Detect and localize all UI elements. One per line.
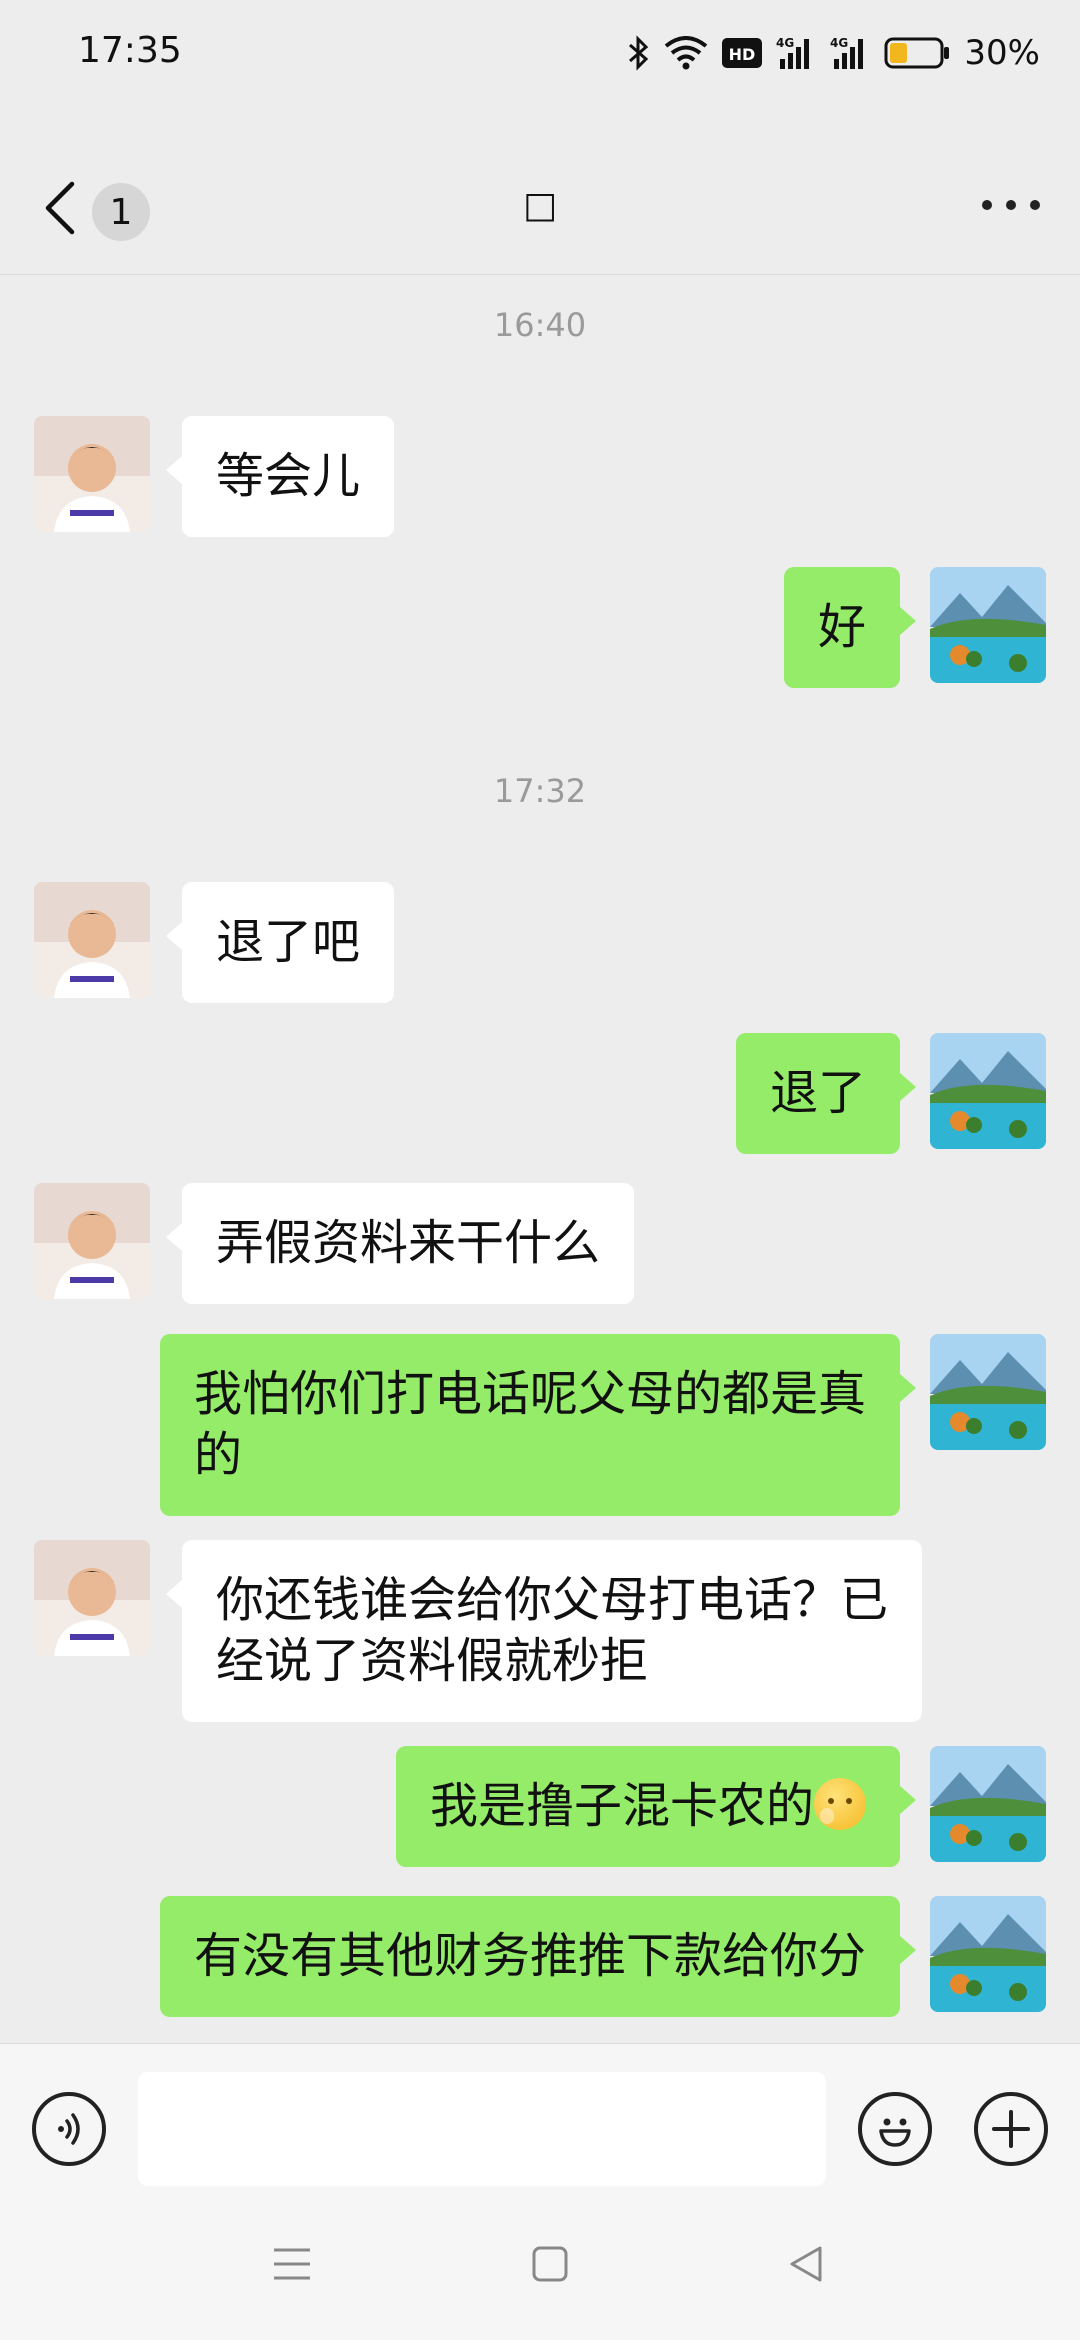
header-divider	[0, 274, 1080, 275]
contact-avatar[interactable]	[34, 1183, 150, 1299]
back-button[interactable]	[40, 178, 80, 238]
message-bubble-outgoing[interactable]: 有没有其他财务推推下款给你分	[159, 1896, 917, 2017]
timestamp: 16:40	[493, 306, 587, 344]
plus-button[interactable]	[974, 2092, 1048, 2166]
my-avatar[interactable]	[930, 1033, 1046, 1149]
signal-4g-icon: 4G	[830, 35, 870, 71]
message-bubble-incoming[interactable]: 等会儿	[165, 416, 395, 537]
emoji-button[interactable]	[858, 2092, 932, 2166]
menu-icon[interactable]	[272, 2244, 312, 2284]
chat-title: □	[522, 185, 557, 226]
status-time: 17:35	[78, 30, 182, 71]
system-navigation-bar	[0, 2210, 1080, 2340]
message-input[interactable]	[138, 2072, 826, 2186]
wifi-icon	[664, 36, 708, 70]
emoji-icon	[879, 2118, 911, 2147]
battery-percent: 30%	[964, 33, 1040, 73]
status-bar: 17:35 HD 4G 4G 30%	[0, 0, 1080, 110]
my-avatar[interactable]	[930, 1334, 1046, 1450]
chat-header: 1 □	[0, 140, 1080, 270]
contact-avatar[interactable]	[34, 1540, 150, 1656]
contact-avatar[interactable]	[34, 416, 150, 532]
thinking-face-emoji	[814, 1778, 866, 1830]
my-avatar[interactable]	[930, 1746, 1046, 1862]
svg-text:4G: 4G	[776, 36, 794, 50]
home-icon[interactable]	[530, 2244, 570, 2284]
my-avatar[interactable]	[930, 567, 1046, 683]
status-icons: HD 4G 4G 30%	[626, 28, 1040, 78]
back-triangle-icon[interactable]	[786, 2244, 826, 2284]
my-avatar[interactable]	[930, 1896, 1046, 2012]
message-bubble-incoming[interactable]: 退了吧	[165, 882, 395, 1003]
voice-icon	[58, 2113, 80, 2145]
svg-text:HD: HD	[729, 45, 756, 64]
battery-icon	[884, 37, 950, 69]
message-bubble-outgoing[interactable]: 退了	[735, 1033, 917, 1154]
message-bubble-incoming[interactable]: 弄假资料来干什么	[165, 1183, 635, 1304]
message-bubble-incoming[interactable]: 你还钱谁会给你父母打电话？已经说了资料假就秒拒	[166, 1540, 922, 1722]
unread-badge: 1	[92, 183, 150, 241]
message-bubble-outgoing[interactable]: 我是撸子混卡农的	[395, 1746, 917, 1867]
message-bubble-outgoing[interactable]: 好	[783, 567, 917, 688]
hd-icon: HD	[722, 38, 763, 68]
timestamp: 17:32	[493, 772, 587, 810]
message-bubble-outgoing[interactable]: 我怕你们打电话呢父母的都是真的	[160, 1334, 916, 1516]
signal-4g-icon: 4G	[776, 35, 816, 71]
svg-text:4G: 4G	[830, 36, 848, 50]
more-dots-icon[interactable]	[982, 200, 1040, 210]
message-text: 我是撸子混卡农的	[429, 1778, 814, 1834]
chevron-left-icon	[45, 181, 75, 235]
plus-icon	[992, 2110, 1030, 2148]
voice-button[interactable]	[32, 2092, 106, 2166]
bluetooth-icon	[626, 35, 650, 71]
contact-avatar[interactable]	[34, 882, 150, 998]
